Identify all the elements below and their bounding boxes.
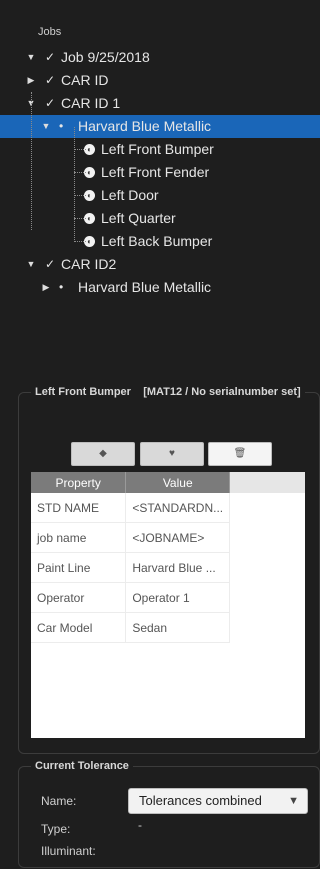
tree-item-car-id[interactable]: ▶ ✓ CAR ID: [0, 69, 320, 92]
table-row[interactable]: STD NAME <STANDARDN...: [31, 493, 305, 523]
paint-icon: ♥: [169, 448, 175, 459]
tree-item-car-id-1[interactable]: ▼ ✓ CAR ID 1: [0, 92, 320, 115]
jobs-panel-title: Jobs: [38, 26, 62, 38]
value-cell[interactable]: Sedan: [125, 612, 231, 643]
expand-arrow-icon[interactable]: ▼: [41, 115, 51, 138]
tree-item-label: Job 9/25/2018: [61, 49, 150, 65]
tree-item-label: Harvard Blue Metallic: [78, 279, 212, 295]
tree-connector: [74, 195, 86, 196]
table-row[interactable]: Operator Operator 1: [31, 582, 305, 613]
details-header: Left Front Bumper [MAT12 / No serialnumb…: [31, 386, 305, 398]
tree-item-label: Left Quarter: [101, 210, 176, 226]
tree-item-panel[interactable]: ◐ Left Door: [0, 184, 320, 207]
tolerance-type-label: Type:: [41, 822, 71, 836]
property-cell: Operator: [31, 582, 127, 613]
tree-item-label: CAR ID 1: [61, 95, 121, 111]
tree-connector: [74, 241, 86, 242]
check-icon: ✓: [45, 96, 56, 110]
tree-connector: [74, 127, 75, 242]
color-drop-icon: •: [59, 119, 64, 133]
check-icon: ✓: [45, 50, 56, 64]
tree-item-label: Left Front Bumper: [101, 141, 214, 157]
color-drop-icon: •: [59, 280, 64, 294]
paint-button[interactable]: ♥: [140, 442, 204, 466]
property-cell: STD NAME: [31, 493, 127, 523]
details-subtitle: [MAT12 / No serialnumber set]: [143, 386, 301, 398]
collapse-arrow-icon[interactable]: ▶: [26, 69, 36, 92]
tolerance-select-value: Tolerances combined: [139, 793, 262, 808]
property-cell: job name: [31, 522, 127, 553]
tree-item-label: Left Back Bumper: [101, 233, 213, 249]
tree-item-panel[interactable]: ◐ Left Front Bumper: [0, 138, 320, 161]
tree-item-color-selected[interactable]: ▼ • Harvard Blue Metallic: [0, 115, 320, 138]
collapse-arrow-icon[interactable]: ▶: [41, 276, 51, 299]
expand-arrow-icon[interactable]: ▼: [26, 46, 36, 69]
details-title: Left Front Bumper: [35, 386, 131, 398]
property-cell: Paint Line: [31, 552, 127, 583]
tree-item-label: CAR ID2: [61, 256, 117, 272]
tolerance-illuminant-label: Illuminant:: [41, 844, 96, 858]
tree-item-panel[interactable]: ◐ Left Front Fender: [0, 161, 320, 184]
properties-table: Property Value STD NAME <STANDARDN... jo…: [31, 472, 305, 643]
value-cell[interactable]: Operator 1: [125, 582, 231, 613]
tolerance-type-value: -: [138, 818, 142, 832]
check-icon: ✓: [45, 73, 56, 87]
pick-button[interactable]: ◆: [71, 442, 135, 466]
column-header-value[interactable]: Value: [125, 472, 231, 493]
expand-arrow-icon[interactable]: ▼: [26, 253, 36, 276]
properties-grid: Property Value STD NAME <STANDARDN... jo…: [31, 472, 305, 738]
tree-item-label: Harvard Blue Metallic: [78, 118, 212, 134]
tree-connector: [74, 218, 86, 219]
tolerance-select[interactable]: Tolerances combined ▼: [128, 788, 308, 814]
column-header-filler: [229, 472, 305, 493]
tree-connector: [31, 92, 32, 230]
check-icon: ✓: [45, 257, 56, 271]
table-header-row: Property Value: [31, 472, 305, 493]
tree-item-panel[interactable]: ◐ Left Back Bumper: [0, 230, 320, 253]
tree-item-label: CAR ID: [61, 72, 109, 88]
tree-item-color[interactable]: ▶ • Harvard Blue Metallic: [0, 276, 320, 299]
property-cell: Car Model: [31, 612, 127, 643]
tree-item-label: Left Door: [101, 187, 159, 203]
chevron-down-icon: ▼: [288, 795, 299, 807]
value-cell[interactable]: Harvard Blue ...: [125, 552, 231, 583]
tree-connector: [74, 172, 86, 173]
tree-connector: [74, 149, 86, 150]
tree-item-panel[interactable]: ◐ Left Quarter: [0, 207, 320, 230]
tolerance-name-label: Name:: [41, 794, 77, 808]
tolerance-header: Current Tolerance: [35, 760, 129, 772]
column-header-property[interactable]: Property: [31, 472, 127, 493]
tree-item-job[interactable]: ▼ ✓ Job 9/25/2018: [0, 46, 320, 69]
tree-item-car-id-2[interactable]: ▼ ✓ CAR ID2: [0, 253, 320, 276]
table-row[interactable]: Car Model Sedan: [31, 612, 305, 643]
value-cell[interactable]: <STANDARDN...: [125, 493, 231, 523]
trash-icon: 🗑: [233, 448, 247, 459]
delete-button[interactable]: 🗑: [208, 442, 272, 466]
table-row[interactable]: Paint Line Harvard Blue ...: [31, 552, 305, 583]
pick-icon: ◆: [99, 448, 107, 459]
value-cell[interactable]: <JOBNAME>: [125, 522, 231, 553]
tree-item-label: Left Front Fender: [101, 164, 210, 180]
table-row[interactable]: job name <JOBNAME>: [31, 522, 305, 553]
